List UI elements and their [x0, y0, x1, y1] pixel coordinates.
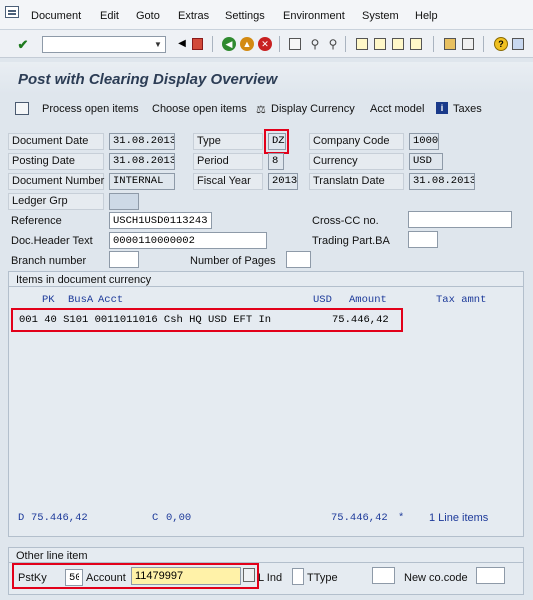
debit-total: 75.446,42 [31, 512, 88, 524]
first-page-icon[interactable] [356, 38, 368, 50]
posting-date-field: 31.08.2013 [109, 153, 175, 170]
system-menu-icon[interactable] [5, 6, 19, 18]
highlight-box [11, 308, 403, 332]
toolbar-separator [279, 36, 280, 52]
credit-label: C [152, 512, 159, 524]
back-icon[interactable]: ◀ [222, 37, 236, 51]
menu-document[interactable]: Document [31, 10, 81, 22]
enter-check-icon[interactable]: ✔ [16, 37, 30, 51]
debit-label: D [18, 512, 25, 524]
ledger-grp-label: Ledger Grp [8, 193, 104, 210]
display-currency-icon[interactable]: ⚖ [256, 103, 266, 116]
choose-open-items-button[interactable]: Choose open items [152, 103, 247, 115]
next-page-icon[interactable] [392, 38, 404, 50]
toolbar-separator [483, 36, 484, 52]
cancel-icon[interactable]: ✕ [258, 37, 272, 51]
balance-total: 75.446,42 [331, 512, 388, 524]
last-page-icon[interactable] [410, 38, 422, 50]
document-date-label: Document Date [8, 133, 104, 150]
trading-part-ba-field[interactable] [408, 231, 438, 248]
company-code-label: Company Code [309, 133, 404, 150]
ttype-label: TType [307, 572, 338, 584]
fiscal-year-label: Fiscal Year [193, 173, 263, 190]
translatn-date-label: Translatn Date [309, 173, 404, 190]
menu-edit[interactable]: Edit [100, 10, 119, 22]
number-of-pages-field[interactable] [286, 251, 311, 268]
process-open-items-button[interactable]: Process open items [42, 103, 139, 115]
new-cocode-label: New co.code [404, 572, 468, 584]
find-next-icon[interactable]: ⚲ [326, 37, 340, 51]
company-code-field: 1000 [409, 133, 439, 150]
ledger-grp-field [109, 193, 139, 210]
branch-number-label: Branch number [11, 255, 87, 267]
toolbar-separator [345, 36, 346, 52]
ind-label: L Ind [258, 572, 283, 584]
fiscal-year-field: 2013 [268, 173, 298, 190]
doc-header-text-label: Doc.Header Text [11, 235, 93, 247]
items-group-title: Items in document currency [16, 274, 152, 286]
currency-label: Currency [309, 153, 404, 170]
create-session-icon[interactable] [444, 38, 456, 50]
process-open-items-icon[interactable] [15, 102, 29, 115]
transaction-type-field[interactable] [372, 567, 395, 584]
balance-status: * [398, 512, 405, 524]
cross-cc-label: Cross-CC no. [312, 215, 379, 227]
taxes-button[interactable]: Taxes [453, 103, 482, 115]
info-icon[interactable]: i [436, 102, 448, 114]
column-pk: PK [42, 294, 55, 306]
column-busa: BusA [68, 294, 94, 306]
page-title: Post with Clearing Display Overview [18, 71, 278, 88]
trading-part-ba-label: Trading Part.BA [312, 235, 390, 247]
branch-number-field[interactable] [109, 251, 139, 268]
display-currency-button[interactable]: Display Currency [271, 103, 355, 115]
translatn-date-field: 31.08.2013 [409, 173, 475, 190]
highlight-box [264, 129, 289, 154]
number-of-pages-label: Number of Pages [190, 255, 276, 267]
menu-settings[interactable]: Settings [225, 10, 265, 22]
shortcut-icon[interactable] [462, 38, 474, 50]
other-line-item-title: Other line item [16, 550, 88, 562]
find-icon[interactable]: ⚲ [308, 37, 322, 51]
line-items-count: 1 Line items [429, 512, 489, 524]
menu-extras[interactable]: Extras [178, 10, 209, 22]
period-label: Period [193, 153, 263, 170]
previous-page-icon[interactable] [374, 38, 386, 50]
command-field[interactable] [42, 36, 166, 53]
print-icon[interactable] [289, 38, 301, 50]
column-acct: Acct [98, 294, 124, 306]
layout-menu-icon[interactable] [512, 38, 524, 50]
exit-icon[interactable]: ▲ [240, 37, 254, 51]
menu-environment[interactable]: Environment [283, 10, 345, 22]
special-gl-ind-field[interactable] [292, 568, 304, 585]
save-icon[interactable] [192, 38, 203, 50]
toolbar-separator [212, 36, 213, 52]
column-amount: Amount [349, 294, 387, 306]
type-label: Type [193, 133, 263, 150]
back-arrow-icon[interactable]: ◀ [175, 37, 189, 51]
divider [9, 286, 523, 287]
column-usd: USD [313, 294, 332, 306]
toolbar-separator [433, 36, 434, 52]
new-company-code-field[interactable] [476, 567, 505, 584]
document-number-field: INTERNAL [109, 173, 175, 190]
posting-date-label: Posting Date [8, 153, 104, 170]
chevron-down-icon[interactable]: ▼ [152, 37, 164, 52]
column-tax-amnt: Tax amnt [436, 294, 487, 306]
highlight-box [12, 563, 259, 589]
credit-total: 0,00 [166, 512, 192, 524]
currency-field: USD [409, 153, 443, 170]
reference-field[interactable] [109, 212, 212, 229]
menu-goto[interactable]: Goto [136, 10, 160, 22]
help-icon[interactable]: ? [494, 37, 508, 51]
menu-help[interactable]: Help [415, 10, 438, 22]
document-date-field: 31.08.2013 [109, 133, 175, 150]
doc-header-text-field[interactable] [109, 232, 267, 249]
cross-cc-field[interactable] [408, 211, 512, 228]
document-number-label: Document Number [8, 173, 104, 190]
acct-model-button[interactable]: Acct model [370, 103, 424, 115]
period-field: 8 [268, 153, 284, 170]
reference-label: Reference [11, 215, 62, 227]
menu-system[interactable]: System [362, 10, 399, 22]
